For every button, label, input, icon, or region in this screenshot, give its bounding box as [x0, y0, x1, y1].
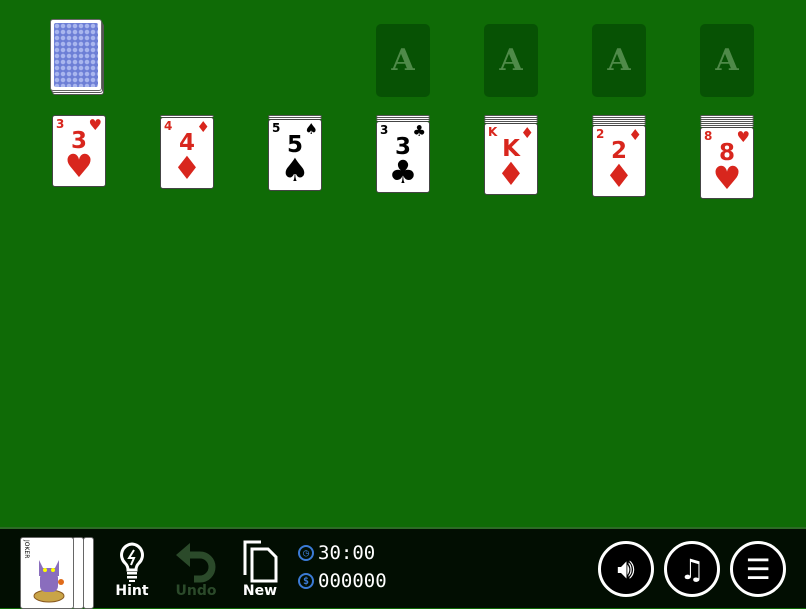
tableau-column[interactable]: 5 ♠ 5 ♠: [268, 115, 322, 191]
dollar-icon: $: [298, 573, 314, 589]
card-back-theme: [83, 537, 94, 609]
foundation-pile[interactable]: A: [484, 24, 538, 97]
hamburger-icon: ☰: [745, 552, 771, 586]
playing-card[interactable]: 4 ♦ 4 ♦: [160, 117, 214, 189]
playing-card[interactable]: 5 ♠ 5 ♠: [268, 119, 322, 191]
lightbulb-icon: [120, 542, 144, 582]
hint-button[interactable]: Hint: [106, 539, 158, 599]
card-suit-large-icon: ♦: [604, 157, 634, 195]
clock-icon: ◷: [298, 545, 314, 561]
cat-icon: [33, 560, 65, 603]
card-suit-large-icon: ♥: [712, 159, 742, 197]
new-game-button[interactable]: New: [234, 539, 286, 599]
tableau-column[interactable]: 8 ♥ 8 ♥: [700, 115, 754, 199]
card-suit-large-icon: ♥: [64, 147, 94, 185]
new-document-icon: [243, 540, 278, 583]
timer-value: 30:00: [318, 542, 376, 564]
hint-label: Hint: [115, 583, 149, 599]
stock-pile[interactable]: [50, 19, 104, 95]
playing-card[interactable]: K ♦ K ♦: [484, 123, 538, 195]
menu-button[interactable]: ☰: [730, 541, 786, 597]
card-theme-button[interactable]: JOKER: [20, 537, 74, 609]
sound-button[interactable]: 🔊︎: [598, 541, 654, 597]
tableau-column[interactable]: 3 ♣ 3 ♣: [376, 115, 430, 193]
tableau-column[interactable]: 3 ♥ 3 ♥: [52, 115, 106, 187]
tableau-column[interactable]: K ♦ K ♦: [484, 115, 538, 195]
playing-card[interactable]: 3 ♣ 3 ♣: [376, 121, 430, 193]
toolbar: JOKER Hint Undo New ◷ 30:00 $000000 🔊︎ ♫ …: [0, 527, 806, 609]
playing-card[interactable]: 2 ♦ 2 ♦: [592, 125, 646, 197]
music-note-icon: ♫: [679, 552, 705, 586]
foundation-pile[interactable]: A: [700, 24, 754, 97]
card-suit-large-icon: ♣: [388, 153, 418, 191]
undo-button[interactable]: Undo: [170, 539, 222, 599]
score-value: 000000: [318, 570, 387, 592]
new-label: New: [242, 583, 278, 599]
playing-card[interactable]: 8 ♥ 8 ♥: [700, 127, 754, 199]
undo-icon: [176, 543, 216, 583]
speaker-icon: 🔊︎: [617, 552, 635, 585]
undo-label: Undo: [175, 583, 217, 599]
foundation-pile[interactable]: A: [376, 24, 430, 97]
tableau-column[interactable]: 4 ♦ 4 ♦: [160, 115, 214, 189]
timer: ◷ 30:00: [298, 542, 375, 564]
tableau-column[interactable]: 2 ♦ 2 ♦: [592, 115, 646, 197]
score: $000000: [298, 570, 387, 592]
foundation-pile[interactable]: A: [592, 24, 646, 97]
playing-card[interactable]: 3 ♥ 3 ♥: [52, 115, 106, 187]
card-suit-large-icon: ♠: [280, 151, 310, 189]
music-button[interactable]: ♫: [664, 541, 720, 597]
card-suit-large-icon: ♦: [172, 149, 202, 187]
card-suit-large-icon: ♦: [496, 155, 526, 193]
card-back[interactable]: [50, 19, 102, 91]
